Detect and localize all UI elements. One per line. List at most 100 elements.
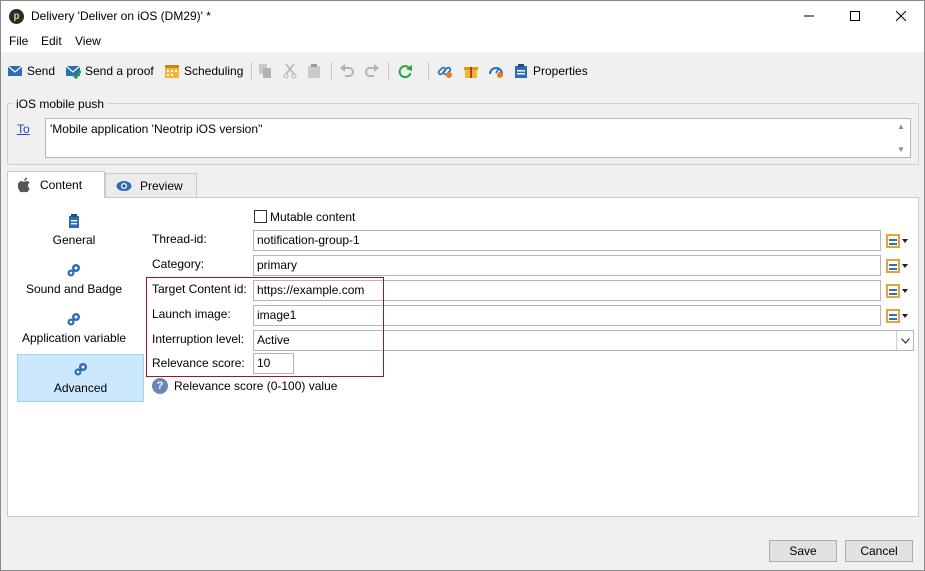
scroll-up-icon[interactable]: ▲ xyxy=(897,122,905,131)
sidebar-item-label: Sound and Badge xyxy=(25,282,123,296)
redo-icon xyxy=(365,64,379,77)
maximize-button[interactable] xyxy=(832,1,878,31)
recipients-group-title: iOS mobile push xyxy=(13,97,108,111)
mutable-content-checkbox[interactable] xyxy=(254,210,267,223)
gauge-icon xyxy=(489,67,503,78)
app-logo-icon: p xyxy=(9,9,24,24)
personalize-icon xyxy=(886,284,900,298)
envelope-icon xyxy=(7,65,23,76)
properties-clipboard-icon xyxy=(515,64,527,78)
close-button[interactable] xyxy=(878,1,924,31)
to-field[interactable]: 'Mobile application 'Neotrip iOS version… xyxy=(45,118,911,158)
undo-button[interactable] xyxy=(339,62,355,80)
delivery-window: p Delivery 'Deliver on iOS (DM29)' * Fil… xyxy=(0,0,925,571)
tab-preview-label: Preview xyxy=(140,178,183,193)
launch-image-personalize-button[interactable] xyxy=(886,307,912,325)
sidebar-item-general[interactable]: General xyxy=(11,213,137,247)
refresh-icon xyxy=(398,65,412,79)
tracking-button[interactable] xyxy=(488,62,504,80)
menu-bar: File Edit View xyxy=(1,31,924,52)
tab-preview[interactable]: Preview xyxy=(105,173,197,197)
gift-icon xyxy=(464,67,478,78)
chevron-down-icon xyxy=(902,239,908,243)
to-link[interactable]: To xyxy=(17,122,30,136)
link-button[interactable] xyxy=(437,62,453,80)
help-icon: ? xyxy=(152,378,168,394)
menu-view[interactable]: View xyxy=(75,34,101,48)
relevance-score-help-text: Relevance score (0-100) value xyxy=(174,379,338,393)
apple-icon xyxy=(18,177,30,193)
menu-edit[interactable]: Edit xyxy=(41,34,62,48)
scheduling-button[interactable]: Scheduling xyxy=(164,62,243,80)
send-button[interactable]: Send xyxy=(7,62,55,80)
cancel-label: Cancel xyxy=(860,544,898,558)
save-label: Save xyxy=(789,544,817,558)
sidebar-item-label: Application variable xyxy=(21,331,127,345)
properties-label: Properties xyxy=(533,64,588,78)
personalize-icon xyxy=(886,309,900,323)
copy-icon xyxy=(259,64,271,78)
sidebar-item-application-variable[interactable]: Application variable xyxy=(11,311,137,345)
target-content-id-personalize-button[interactable] xyxy=(886,282,912,300)
scissors-icon xyxy=(283,63,297,79)
category-label: Category: xyxy=(152,257,205,271)
tab-content[interactable]: Content xyxy=(7,171,105,198)
close-icon xyxy=(896,11,906,21)
chevron-down-icon xyxy=(902,314,908,318)
category-personalize-button[interactable] xyxy=(886,257,912,275)
envelope-check-icon xyxy=(65,65,81,79)
dropdown-arrow[interactable] xyxy=(896,331,913,350)
gears-icon xyxy=(67,264,80,277)
sidebar-item-sound-and-badge[interactable]: Sound and Badge xyxy=(11,262,137,296)
toolbar-separator xyxy=(331,62,332,80)
send-label: Send xyxy=(27,64,56,78)
highlight-annotation xyxy=(146,277,384,377)
window-title: Delivery 'Deliver on iOS (DM29)' * xyxy=(31,9,211,23)
personalize-icon xyxy=(886,259,900,273)
properties-button[interactable]: Properties xyxy=(513,62,588,80)
cut-button[interactable] xyxy=(282,62,298,80)
category-input[interactable]: primary xyxy=(253,255,881,276)
toolbar: Send Send a proof Scheduling Properties xyxy=(1,56,924,86)
chevron-down-icon xyxy=(902,289,908,293)
refresh-button[interactable] xyxy=(397,62,413,80)
paste-button[interactable] xyxy=(306,62,322,80)
sidebar-item-label: Advanced xyxy=(53,381,108,395)
mutable-content-label: Mutable content xyxy=(270,210,356,224)
clipboard-icon xyxy=(69,214,79,228)
menu-file[interactable]: File xyxy=(9,34,28,48)
chevron-down-icon xyxy=(900,337,910,344)
redo-button[interactable] xyxy=(364,62,380,80)
maximize-icon xyxy=(850,11,860,21)
toolbar-separator xyxy=(251,62,252,80)
link-icon xyxy=(437,66,452,78)
sidebar-item-label: General xyxy=(52,233,96,247)
send-proof-button[interactable]: Send a proof xyxy=(65,62,154,80)
clipboard-paste-icon xyxy=(308,64,320,78)
to-scrollbar[interactable]: ▲ ▼ xyxy=(894,119,910,157)
minimize-button[interactable] xyxy=(786,1,832,31)
copy-button[interactable] xyxy=(257,62,273,80)
cancel-button[interactable]: Cancel xyxy=(845,540,913,562)
thread-id-personalize-button[interactable] xyxy=(886,232,912,250)
title-bar: p Delivery 'Deliver on iOS (DM29)' * xyxy=(1,1,924,31)
tab-content-label: Content xyxy=(40,178,83,192)
calendar-icon xyxy=(165,65,179,78)
thread-id-value: notification-group-1 xyxy=(257,233,360,247)
gift-button[interactable] xyxy=(463,62,479,80)
chevron-down-icon xyxy=(902,264,908,268)
undo-icon xyxy=(340,64,354,77)
thread-id-input[interactable]: notification-group-1 xyxy=(253,230,881,251)
to-value: 'Mobile application 'Neotrip iOS version… xyxy=(50,122,263,136)
toolbar-separator xyxy=(428,62,429,80)
sidebar-item-advanced[interactable]: Advanced xyxy=(17,354,144,402)
send-proof-label: Send a proof xyxy=(85,64,154,78)
toolbar-separator xyxy=(388,62,389,80)
personalize-icon xyxy=(886,234,900,248)
eye-icon xyxy=(116,180,132,191)
scheduling-label: Scheduling xyxy=(184,64,244,78)
thread-id-label: Thread-id: xyxy=(152,232,207,246)
scroll-down-icon[interactable]: ▼ xyxy=(897,145,905,154)
minimize-icon xyxy=(804,15,814,17)
save-button[interactable]: Save xyxy=(769,540,837,562)
